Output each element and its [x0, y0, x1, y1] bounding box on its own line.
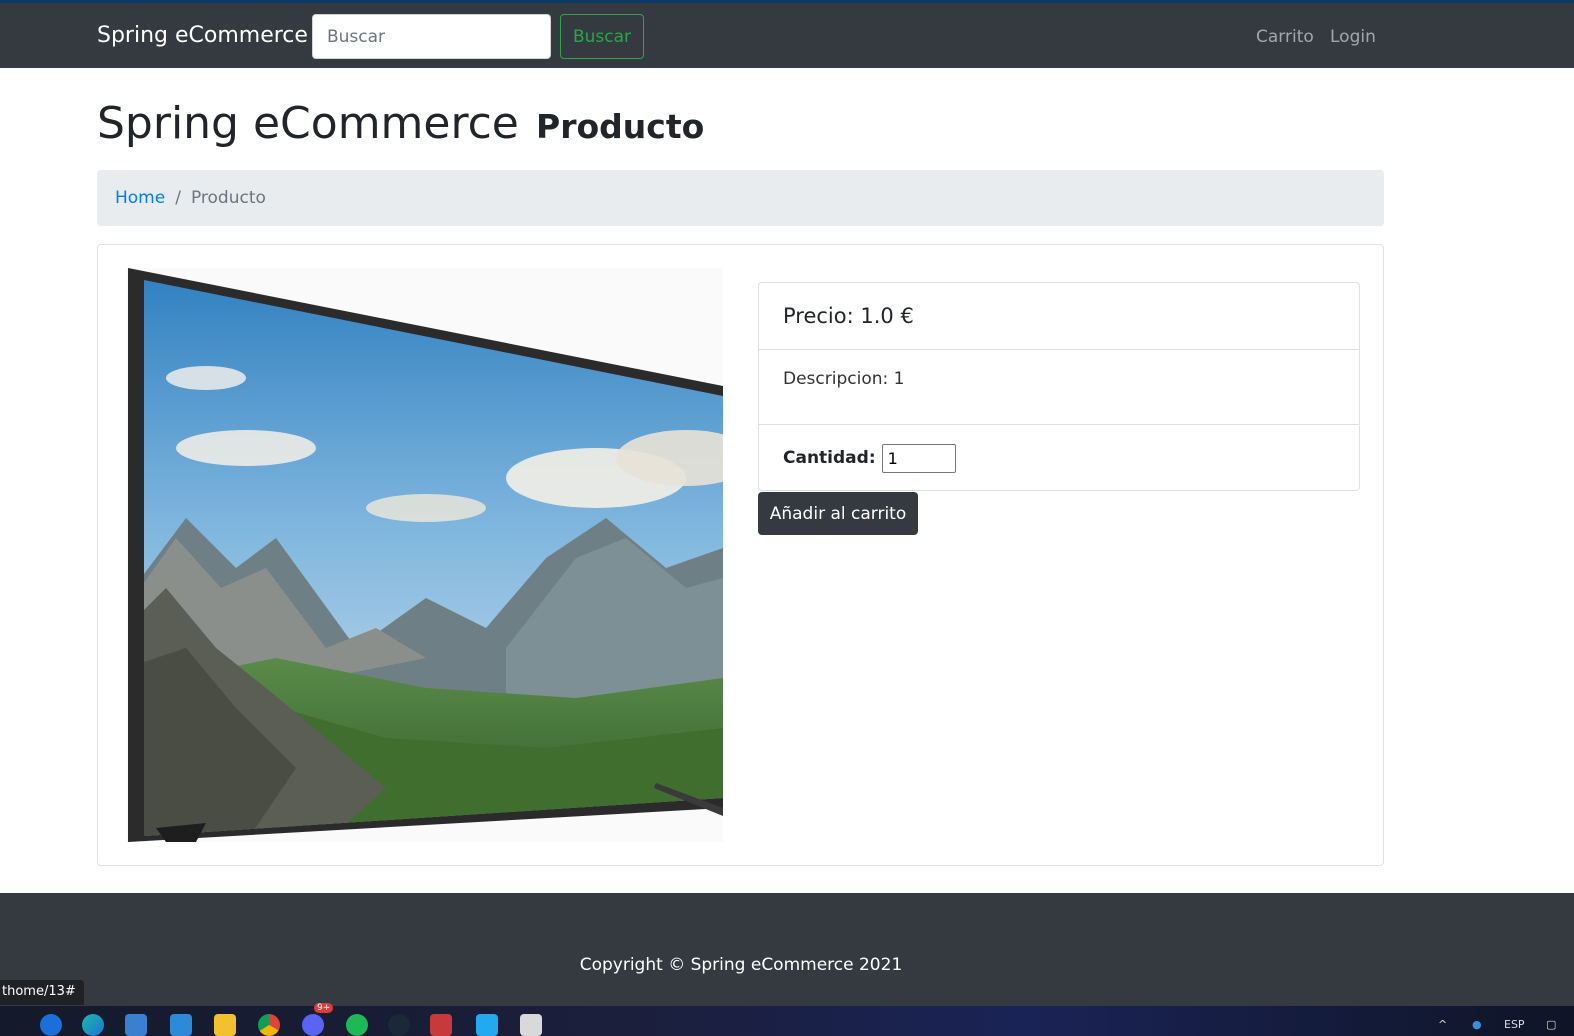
spotify-icon[interactable]	[346, 1014, 368, 1036]
notifications-icon[interactable]: ▢	[1546, 1018, 1556, 1031]
nav-link-login[interactable]: Login	[1330, 27, 1376, 47]
add-to-cart-button[interactable]: Añadir al carrito	[758, 492, 918, 535]
edge-icon[interactable]	[82, 1014, 104, 1036]
price-row: Precio: 1.0 €	[759, 283, 1359, 350]
description-text: Descripcion: 1	[783, 369, 905, 389]
nav-link-carrito[interactable]: Carrito	[1256, 27, 1314, 47]
product-details-list: Precio: 1.0 € Descripcion: 1 Cantidad:	[758, 282, 1360, 491]
breadcrumb-current: Producto	[190, 188, 266, 208]
photos-icon[interactable]	[125, 1014, 147, 1036]
tray-chevron-up-icon[interactable]: ^	[1438, 1018, 1447, 1031]
price-text: Precio: 1.0 €	[783, 304, 914, 328]
breadcrumb: Home / Producto	[97, 170, 1384, 226]
chrome-icon[interactable]	[258, 1014, 280, 1036]
navbar-brand[interactable]: Spring eCommerce	[97, 23, 308, 48]
bing-icon[interactable]	[40, 1014, 62, 1036]
tv-illustration	[128, 268, 723, 842]
page-title: Spring eCommerce Producto	[97, 98, 704, 149]
navbar: Spring eCommerce Buscar Carrito Login	[0, 3, 1574, 68]
page-title-main: Spring eCommerce	[97, 98, 519, 149]
app-icon[interactable]	[430, 1014, 452, 1036]
breadcrumb-home-link[interactable]: Home	[115, 188, 165, 208]
vscode-icon[interactable]	[476, 1014, 498, 1036]
folder-icon[interactable]	[214, 1014, 236, 1036]
quantity-row: Cantidad:	[759, 425, 1359, 491]
page-title-subtitle: Producto	[536, 107, 705, 146]
taskbar: 9+ ^ ● ESP ▢	[0, 1003, 1574, 1036]
discord-badge: 9+	[314, 1003, 334, 1013]
search-input[interactable]	[312, 14, 551, 59]
product-image	[126, 268, 723, 842]
status-bar-url: thome/13#	[0, 980, 84, 1005]
microphone-icon[interactable]: ●	[1472, 1018, 1482, 1031]
copyright-text: Copyright © Spring eCommerce 2021	[579, 955, 903, 975]
quantity-label: Cantidad:	[783, 448, 876, 468]
app2-icon[interactable]	[520, 1014, 542, 1036]
steam-icon[interactable]	[388, 1014, 410, 1036]
search-button[interactable]: Buscar	[560, 14, 644, 59]
language-indicator[interactable]: ESP	[1504, 1018, 1525, 1031]
footer: Copyright © Spring eCommerce 2021	[0, 893, 1574, 1006]
quantity-input[interactable]	[881, 443, 956, 473]
description-row: Descripcion: 1	[759, 350, 1359, 425]
breadcrumb-separator: /	[175, 188, 181, 208]
store-icon[interactable]	[170, 1014, 192, 1036]
discord-icon[interactable]	[302, 1014, 324, 1036]
